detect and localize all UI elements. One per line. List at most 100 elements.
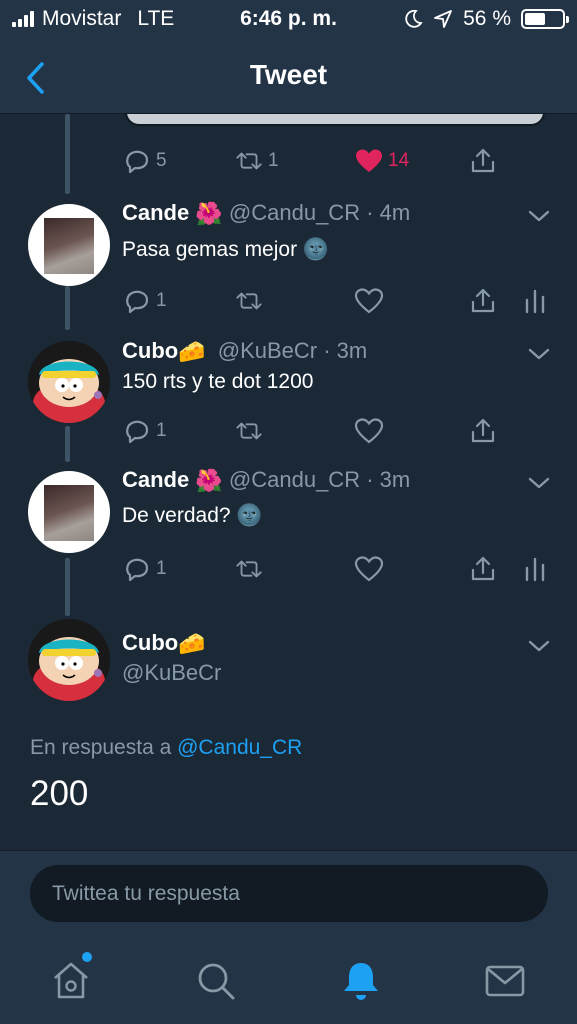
tweet-text: 150 rts y te dot 1200	[122, 370, 314, 393]
retweet-button[interactable]	[234, 554, 264, 584]
thread-line	[65, 286, 70, 330]
retweet-button[interactable]	[234, 416, 264, 446]
heart-icon	[354, 288, 384, 314]
share-icon	[471, 556, 495, 581]
display-name[interactable]: Cubo	[122, 338, 178, 363]
analytics-button[interactable]	[520, 286, 550, 316]
reply-button[interactable]: 1	[122, 286, 167, 316]
name-emoji: 🌺	[195, 201, 223, 227]
tweet-time: · 3m	[366, 467, 411, 492]
analytics-icon	[525, 289, 545, 314]
tweet-actions: 1	[122, 416, 552, 450]
text-emoji: 🌚	[236, 504, 263, 528]
analytics-icon	[525, 557, 545, 582]
like-button[interactable]	[354, 554, 384, 584]
main-tweet-name: Cubo🧀	[122, 630, 206, 657]
reply-bar	[0, 850, 577, 936]
reply-count: 1	[156, 558, 167, 579]
messages-envelope-icon[interactable]	[482, 958, 528, 1004]
status-right: 56 %	[403, 7, 569, 31]
reply-icon	[126, 420, 149, 444]
name-emoji: 🧀	[178, 631, 206, 657]
reply-count: 5	[156, 150, 167, 171]
retweet-button[interactable]	[234, 286, 264, 316]
reply-to-mention[interactable]: @Candu_CR	[177, 736, 302, 759]
retweet-button[interactable]: 1	[234, 146, 279, 176]
tweet-actions: 1	[122, 554, 552, 588]
thread-line	[65, 426, 70, 462]
reply-button[interactable]: 1	[122, 554, 167, 584]
main-tweet-handle: @KuBeCr	[122, 660, 221, 686]
retweet-icon	[236, 292, 262, 310]
tweet-header: Cande 🌺 @Candu_CR · 4m	[122, 200, 410, 227]
user-handle[interactable]: @KuBeCr	[218, 338, 317, 363]
user-handle[interactable]: @Candu_CR	[229, 200, 360, 225]
user-handle[interactable]: @Candu_CR	[229, 467, 360, 492]
status-bar: Movistar LTE 6:46 p. m. 56 %	[0, 0, 577, 40]
retweet-icon	[236, 560, 262, 578]
previous-tweet-actions: 5 1 14	[122, 146, 552, 180]
nav-bar: Tweet	[0, 40, 577, 114]
user-handle[interactable]: @KuBeCr	[122, 660, 221, 685]
chevron-down-icon[interactable]	[527, 208, 551, 224]
reply-icon	[126, 558, 149, 582]
battery-icon	[521, 9, 569, 29]
avatar[interactable]	[28, 204, 110, 286]
avatar[interactable]	[28, 619, 110, 701]
main-tweet-text: 200	[30, 774, 89, 813]
display-name[interactable]: Cande	[122, 200, 189, 225]
thread-line	[65, 558, 70, 616]
reply-button[interactable]: 1	[122, 416, 167, 446]
thread-line	[65, 114, 70, 194]
tweet-header: Cande 🌺 @Candu_CR · 3m	[122, 467, 410, 494]
home-notification-dot	[82, 952, 92, 962]
share-icon	[471, 288, 495, 313]
heart-icon	[354, 556, 384, 582]
previous-tweet-media[interactable]	[125, 114, 545, 126]
page-title: Tweet	[249, 59, 328, 90]
heart-icon	[354, 418, 384, 444]
like-button[interactable]	[354, 416, 384, 446]
share-icon	[471, 418, 495, 443]
share-button[interactable]	[468, 286, 498, 316]
moon-icon	[405, 9, 423, 28]
reply-button[interactable]: 5	[122, 146, 167, 176]
tab-bar	[0, 936, 577, 1024]
text-emoji: 🌚	[302, 238, 330, 262]
share-button[interactable]	[468, 146, 498, 176]
chevron-down-icon[interactable]	[527, 346, 551, 362]
retweet-icon	[236, 422, 262, 440]
chevron-down-icon[interactable]	[527, 475, 551, 491]
reply-count: 1	[156, 290, 167, 311]
tweet-time: · 4m	[366, 200, 411, 225]
share-button[interactable]	[468, 416, 498, 446]
reply-icon	[126, 150, 149, 174]
like-button[interactable]: 14	[354, 146, 409, 176]
home-icon[interactable]	[48, 958, 94, 1004]
share-button[interactable]	[468, 554, 498, 584]
tweet-time: · 3m	[323, 338, 368, 363]
cartman-avatar-image	[28, 341, 110, 423]
reply-context: En respuesta a @Candu_CR	[30, 736, 302, 760]
reply-input[interactable]	[30, 865, 548, 922]
search-icon[interactable]	[193, 958, 239, 1004]
battery-percent: 56 %	[463, 7, 511, 30]
share-icon	[471, 148, 495, 173]
location-arrow-icon	[434, 10, 453, 28]
reply-to-label: En respuesta a	[30, 736, 172, 759]
tweet-actions: 1	[122, 286, 552, 320]
reply-icon	[126, 290, 149, 314]
notifications-bell-icon[interactable]	[338, 958, 384, 1004]
display-name[interactable]: Cubo	[122, 630, 178, 655]
like-button[interactable]	[354, 286, 384, 316]
avatar[interactable]	[28, 471, 110, 553]
heart-filled-icon	[356, 149, 382, 172]
chevron-down-icon[interactable]	[527, 638, 551, 654]
cartman-avatar-image	[28, 619, 110, 701]
tweet-thread[interactable]: 5 1 14 Cande 🌺 @Candu_CR · 4m Pasa gemas…	[0, 114, 577, 850]
avatar[interactable]	[28, 341, 110, 423]
display-name[interactable]: Cande	[122, 467, 189, 492]
analytics-button[interactable]	[520, 554, 550, 584]
name-emoji: 🧀	[178, 339, 206, 365]
tweet-text-content: De verdad?	[122, 504, 231, 527]
